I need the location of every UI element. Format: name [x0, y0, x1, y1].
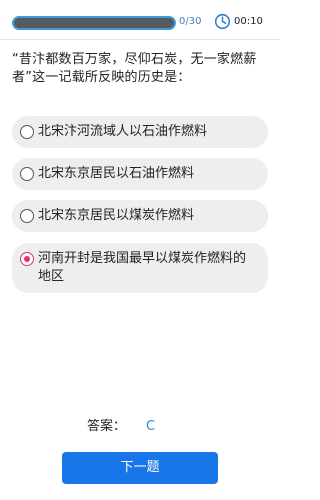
- clock-icon: [214, 13, 231, 30]
- progress-counter: 0/30: [179, 16, 202, 27]
- quiz-page: 0/30 00:10 “昔汴都数百万家，尽仰石炭，无一家燃薪者”这一记载所反映的…: [0, 0, 280, 500]
- option-c-label: 北宋东京居民以煤炭作燃料: [38, 208, 195, 223]
- timer-readout: 00:10: [234, 16, 263, 27]
- option-b-radio-icon[interactable]: [20, 167, 34, 181]
- option-a-label: 北宋汴河流域人以石油作燃料: [38, 124, 208, 139]
- next-question-button[interactable]: 下一题: [62, 452, 218, 484]
- answer-label: 答案：: [87, 419, 127, 434]
- question-text: “昔汴都数百万家，尽仰石炭，无一家燃薪者”这一记载所反映的历史是：: [12, 52, 257, 85]
- quiz-header: 0/30 00:10: [0, 0, 280, 40]
- option-b-label: 北宋东京居民以石油作燃料: [38, 166, 195, 181]
- option-a[interactable]: 北宋汴河流域人以石油作燃料: [12, 116, 268, 148]
- option-c[interactable]: 北宋东京居民以煤炭作燃料: [12, 200, 268, 232]
- option-c-radio-icon[interactable]: [20, 209, 34, 223]
- option-b[interactable]: 北宋东京居民以石油作燃料: [12, 158, 268, 190]
- progress-bar-fill: [12, 16, 176, 30]
- progress-bar: [12, 16, 176, 30]
- option-d-radio-icon[interactable]: [20, 252, 34, 266]
- option-d[interactable]: 河南开封是我国最早以煤炭作燃料的地区: [12, 243, 268, 293]
- option-a-radio-icon[interactable]: [20, 125, 34, 139]
- answer-value: C: [146, 419, 156, 434]
- option-d-label: 河南开封是我国最早以煤炭作燃料的地区: [38, 251, 247, 284]
